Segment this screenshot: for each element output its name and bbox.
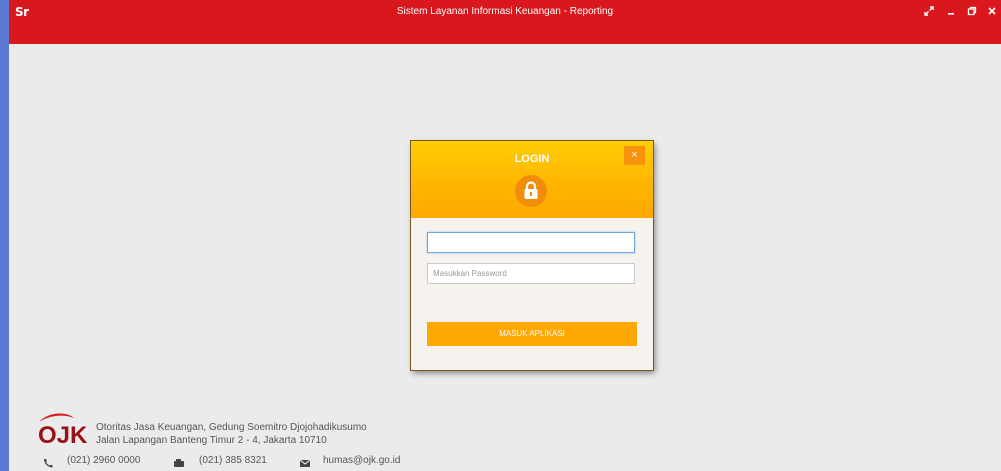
close-icon-glyph <box>988 7 996 15</box>
ojk-logo-graphic: OJK <box>38 413 88 449</box>
login-dialog: LOGIN × MASUK APLIKASI <box>411 141 653 370</box>
footer-phone: (021) 2960 0000 <box>67 455 141 466</box>
fax-icon <box>173 455 185 467</box>
close-icon[interactable] <box>984 5 1000 21</box>
mail-icon <box>299 455 311 467</box>
phone-icon <box>42 455 54 468</box>
login-title: LOGIN <box>514 153 550 165</box>
app-window: Sr Sistem Layanan Informasi Keuangan - R… <box>0 0 1001 471</box>
ojk-logo-text: OJK <box>38 422 88 445</box>
phone-icon-glyph <box>44 459 53 468</box>
restore-icon[interactable] <box>964 5 980 21</box>
mail-icon-glyph <box>299 459 311 467</box>
username-input[interactable] <box>427 232 635 253</box>
footer-address-line1: Otoritas Jasa Keuangan, Gedung Soemitro … <box>96 422 367 433</box>
dialog-close-button[interactable]: × <box>624 146 645 165</box>
fullscreen-icon[interactable] <box>921 5 937 21</box>
footer-email: humas@ojk.go.id <box>323 455 401 466</box>
minimize-icon-glyph <box>948 13 954 15</box>
password-input[interactable] <box>427 263 635 284</box>
footer-address-line2: Jalan Lapangan Banteng Timur 2 - 4, Jaka… <box>96 435 327 446</box>
fullscreen-icon-glyph <box>924 6 934 16</box>
restore-icon-glyph <box>967 6 977 16</box>
login-dialog-header: LOGIN × <box>411 141 653 218</box>
lock-icon <box>515 175 547 207</box>
ojk-logo: OJK <box>36 411 94 450</box>
title-bar: Sr Sistem Layanan Informasi Keuangan - R… <box>9 0 1001 44</box>
window-left-edge <box>0 0 9 471</box>
minimize-icon[interactable] <box>943 5 959 21</box>
fax-icon-glyph <box>174 459 184 467</box>
footer-fax: (021) 385 8321 <box>199 455 267 466</box>
window-title: Sistem Layanan Informasi Keuangan - Repo… <box>396 6 614 17</box>
lock-icon-glyph <box>524 181 538 199</box>
login-submit-button[interactable]: MASUK APLIKASI <box>427 322 637 346</box>
